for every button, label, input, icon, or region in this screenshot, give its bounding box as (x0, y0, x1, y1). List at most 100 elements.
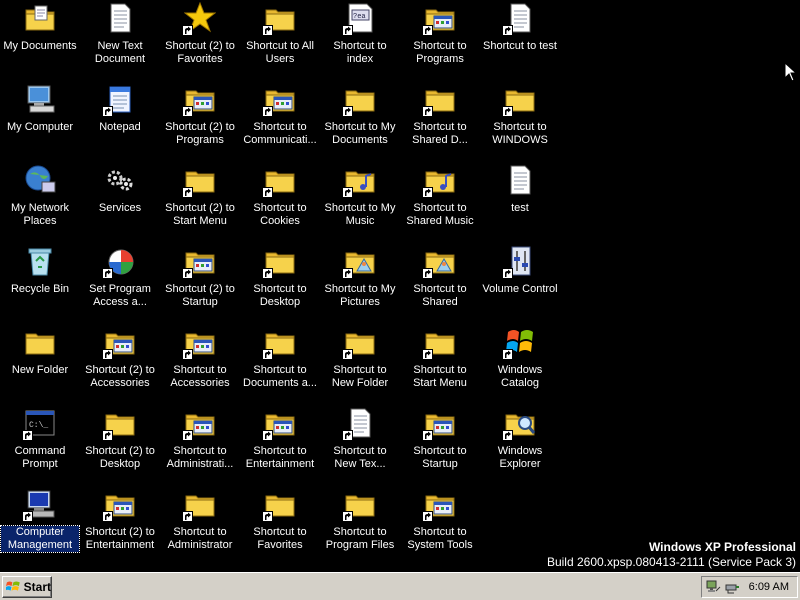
start-button[interactable]: Start (2, 576, 52, 598)
desktop-icon[interactable]: My Network Places (0, 162, 80, 240)
desktop-icon-label: Command Prompt (14, 445, 66, 470)
desktop-icon[interactable]: Shortcut to Documents a... (240, 324, 320, 402)
pictures-folder-icon (422, 245, 456, 279)
desktop-icon[interactable]: Shortcut to New Folder (320, 324, 400, 402)
desktop-icon-label: Shortcut to Cookies (253, 202, 307, 227)
folder-icon (502, 83, 536, 117)
desktop-icon[interactable]: My Computer (0, 81, 80, 159)
desktop-icon[interactable]: Shortcut to Entertainment (240, 405, 320, 483)
mouse-pointer-icon (784, 62, 796, 82)
shortcut-arrow-icon (182, 106, 193, 117)
shortcut-arrow-icon (102, 268, 113, 279)
shortcut-arrow-icon (182, 511, 193, 522)
windows-version-watermark: Windows XP Professional Build 2600.xpsp.… (547, 540, 796, 570)
watermark-title: Windows XP Professional (648, 540, 796, 554)
desktop-icon[interactable]: Shortcut to My Documents (320, 81, 400, 159)
desktop-icon[interactable]: Shortcut to Program Files (320, 486, 400, 564)
desktop-icon-label: My Documents (3, 40, 77, 52)
folder-icon (342, 83, 376, 117)
desktop-icon-label: Shortcut (2) to Entertainment (85, 526, 155, 551)
desktop-icon[interactable]: Shortcut to Administrati... (160, 405, 240, 483)
shortcut-arrow-icon (502, 106, 513, 117)
desktop-icon[interactable]: Shortcut (2) to Startup (160, 243, 240, 321)
program-folder-icon (182, 407, 216, 441)
clock[interactable]: 6:09 AM (749, 581, 789, 593)
desktop-icon-label: Shortcut to Accessories (170, 364, 230, 389)
desktop-icon[interactable]: Shortcut to Shared Music (400, 162, 480, 240)
desktop-icon[interactable]: Shortcut to Shared Pictures (400, 243, 480, 321)
desktop-icon[interactable]: New Folder (0, 324, 80, 402)
safely-remove-hardware-icon[interactable] (724, 579, 740, 595)
folder-icon (342, 488, 376, 522)
folder-icon (262, 488, 296, 522)
desktop-icon-label: Shortcut to My Pictures (324, 283, 396, 308)
desktop-icon-label: Shortcut to Shared Music (406, 202, 474, 227)
shortcut-arrow-icon (262, 430, 273, 441)
desktop-icon[interactable]: Shortcut to Programs (400, 0, 480, 78)
desktop-icon[interactable]: Volume Control (480, 243, 560, 321)
desktop-icon[interactable]: C:\_ Command Prompt (0, 405, 80, 483)
desktop-icon[interactable]: Shortcut to System Tools (400, 486, 480, 564)
desktop-icon[interactable]: Shortcut to Favorites (240, 486, 320, 564)
desktop-icon[interactable]: Notepad (80, 81, 160, 159)
desktop-icon[interactable]: Shortcut to My Pictures (320, 243, 400, 321)
computer-management-icon (22, 488, 56, 522)
desktop-icon[interactable]: Shortcut to test (480, 0, 560, 78)
shortcut-arrow-icon (102, 106, 113, 117)
desktop-icon[interactable]: Shortcut to Cookies (240, 162, 320, 240)
shortcut-arrow-icon (422, 511, 433, 522)
desktop-icon-label: Shortcut to Startup (413, 445, 467, 470)
index-document-icon: ?ea (342, 2, 376, 36)
desktop-icon[interactable]: Shortcut to Communicati... (240, 81, 320, 159)
desktop-icon[interactable]: Computer Management (0, 486, 80, 564)
desktop-icon[interactable]: Shortcut to New Tex... (320, 405, 400, 483)
desktop-icon[interactable]: Shortcut to WINDOWS (480, 81, 560, 159)
text-document-icon (342, 407, 376, 441)
desktop-icon[interactable]: Shortcut to All Users (240, 0, 320, 78)
desktop-icon[interactable]: Shortcut to My Music (320, 162, 400, 240)
shortcut-arrow-icon (422, 106, 433, 117)
notepad-icon (102, 83, 136, 117)
desktop-icon[interactable]: My Documents (0, 0, 80, 78)
text-document-icon (504, 164, 536, 196)
desktop-icon[interactable]: Shortcut to Administrator (160, 486, 240, 564)
shortcut-arrow-icon (342, 511, 353, 522)
desktop-icon[interactable]: Shortcut (2) to Programs (160, 81, 240, 159)
desktop-icon[interactable]: Shortcut to Startup (400, 405, 480, 483)
svg-text:C:\_: C:\_ (29, 421, 48, 430)
desktop-icon[interactable]: Windows Explorer (480, 405, 560, 483)
folder-icon (342, 326, 376, 360)
desktop-icon-label: New Folder (11, 364, 69, 376)
desktop-icon[interactable]: Shortcut (2) to Favorites (160, 0, 240, 78)
desktop-icon-label: Recycle Bin (10, 283, 70, 295)
desktop-icon-label: Shortcut to Program Files (325, 526, 395, 551)
text-document-icon (104, 2, 136, 34)
desktop-icon[interactable]: ?ea Shortcut to index (320, 0, 400, 78)
shortcut-arrow-icon (262, 25, 273, 36)
shortcut-arrow-icon (102, 430, 113, 441)
folder-icon (262, 326, 296, 360)
desktop-icon[interactable]: Shortcut to Accessories (160, 324, 240, 402)
desktop-icon[interactable]: Shortcut (2) to Entertainment (80, 486, 160, 564)
desktop-icon[interactable]: Recycle Bin (0, 243, 80, 321)
desktop-icon-label: Shortcut (2) to Programs (165, 121, 235, 146)
desktop-icon[interactable]: Shortcut to Start Menu (400, 324, 480, 402)
network-connection-icon[interactable] (705, 579, 721, 595)
volume-control-icon (502, 245, 536, 279)
desktop-icon[interactable]: Windows Catalog (480, 324, 560, 402)
desktop-icon[interactable]: Shortcut (2) to Accessories (80, 324, 160, 402)
folder-icon (262, 245, 296, 279)
desktop-icon[interactable]: Shortcut (2) to Desktop (80, 405, 160, 483)
shortcut-arrow-icon (262, 106, 273, 117)
desktop-icon[interactable]: New Text Document (80, 0, 160, 78)
folder-icon (422, 326, 456, 360)
desktop-icon[interactable]: Shortcut (2) to Start Menu (160, 162, 240, 240)
desktop-icon[interactable]: Shortcut to Desktop (240, 243, 320, 321)
shortcut-arrow-icon (182, 187, 193, 198)
desktop-icon[interactable]: Shortcut to Shared D... (400, 81, 480, 159)
desktop[interactable]: My Documents My Computer My Network Places… (0, 0, 800, 572)
desktop-icon[interactable]: Services (80, 162, 160, 240)
shortcut-arrow-icon (182, 430, 193, 441)
desktop-icon[interactable]: Set Program Access a... (80, 243, 160, 321)
desktop-icon[interactable]: test (480, 162, 560, 240)
